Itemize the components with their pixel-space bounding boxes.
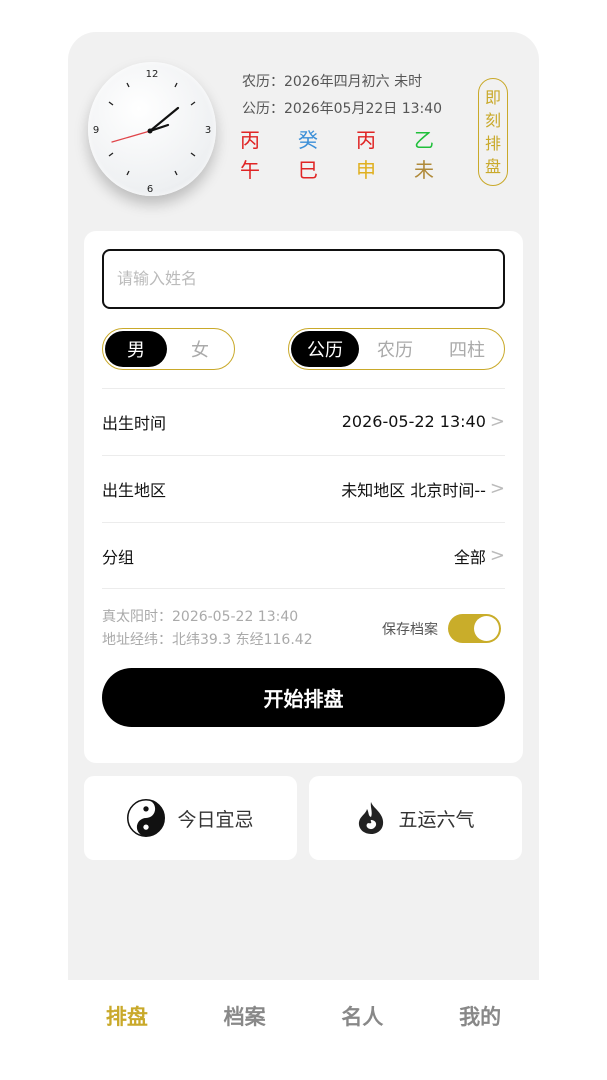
calendar-type-toggle: 公历 农历 四柱	[288, 328, 505, 370]
save-profile-toggle[interactable]	[448, 614, 501, 643]
tab-mine[interactable]: 我的	[421, 980, 539, 1054]
clock-number-3: 3	[205, 125, 211, 136]
true-solar-time: 真太阳时：2026-05-22 13:40	[102, 609, 299, 625]
clock-number-6: 6	[147, 184, 153, 195]
flame-swirl-icon	[359, 802, 384, 834]
birth-place-value: 未知地区 北京时间--	[341, 480, 486, 500]
chevron-right-icon: >	[489, 478, 505, 499]
solar-date: 公历：2026年05月22日 13:40	[242, 101, 443, 117]
chevron-right-icon: >	[489, 411, 505, 432]
ganzhi-char: 乙	[414, 128, 434, 152]
calendar-option-pillars[interactable]: 四柱	[431, 331, 503, 367]
tab-archive[interactable]: 档案	[186, 980, 304, 1054]
yin-yang-icon	[127, 799, 166, 837]
solar-time-info: 真太阳时：2026-05-22 13:40 地址经纬：北纬39.3 东经116.…	[102, 606, 313, 652]
date-info: 农历：2026年四月初六 未时 公历：2026年05月22日 13:40	[242, 69, 442, 123]
clock-number-12: 12	[146, 69, 159, 80]
birth-place-label: 出生地区	[102, 480, 167, 500]
instant-chart-char: 排	[484, 134, 501, 153]
birth-time-label: 出生时间	[102, 413, 167, 433]
instant-chart-char: 刻	[484, 111, 501, 130]
instant-chart-char: 盘	[484, 157, 501, 176]
divider	[102, 588, 505, 589]
today-auspicious-label: 今日宜忌	[177, 808, 254, 831]
ganzhi-char: 丙	[356, 128, 376, 152]
coordinates: 地址经纬：北纬39.3 东经116.42	[102, 632, 313, 648]
save-profile-label: 保存档案	[382, 622, 438, 638]
name-input[interactable]: 请输入姓名	[102, 249, 505, 309]
lunar-date: 农历：2026年四月初六 未时	[242, 74, 423, 90]
birth-time-row[interactable]: 出生时间 2026-05-22 13:40 >	[102, 388, 505, 454]
instant-chart-button[interactable]: 即刻排盘	[478, 78, 508, 186]
gender-female-option[interactable]: 女	[167, 331, 233, 367]
tab-celebrities[interactable]: 名人	[304, 980, 422, 1054]
five-phases-tile[interactable]: 五运六气	[309, 776, 522, 860]
today-auspicious-tile[interactable]: 今日宜忌	[84, 776, 297, 860]
start-chart-button[interactable]: 开始排盘	[102, 668, 505, 727]
birth-place-row[interactable]: 出生地区 未知地区 北京时间-- >	[102, 455, 505, 521]
calendar-option-lunar[interactable]: 农历	[359, 331, 431, 367]
bottom-tab-bar: 排盘 档案 名人 我的	[68, 980, 539, 1054]
clock-number-9: 9	[93, 125, 99, 136]
ganzhi-char: 未	[414, 158, 434, 182]
ganzhi-char: 癸	[298, 128, 318, 152]
ganzhi-pillars: 丙 癸 丙 乙 午 巳 申 未	[240, 124, 472, 184]
chevron-right-icon: >	[489, 545, 505, 566]
ganzhi-char: 午	[240, 158, 260, 182]
ganzhi-char: 申	[356, 158, 376, 182]
ganzhi-char: 巳	[298, 158, 318, 182]
calendar-option-gregorian[interactable]: 公历	[291, 331, 359, 367]
group-label: 分组	[102, 547, 135, 567]
tab-chart[interactable]: 排盘	[68, 980, 186, 1054]
analog-clock: 12 3 6 9	[88, 62, 216, 196]
birth-time-value: 2026-05-22 13:40	[341, 412, 486, 431]
gender-toggle: 男 女	[102, 328, 235, 370]
gender-male-option[interactable]: 男	[105, 331, 167, 367]
five-phases-label: 五运六气	[398, 808, 475, 831]
group-value: 全部	[453, 547, 486, 567]
instant-chart-char: 即	[484, 88, 501, 107]
toggle-knob	[474, 616, 499, 641]
group-row[interactable]: 分组 全部 >	[102, 522, 505, 588]
ganzhi-char: 丙	[240, 128, 260, 152]
